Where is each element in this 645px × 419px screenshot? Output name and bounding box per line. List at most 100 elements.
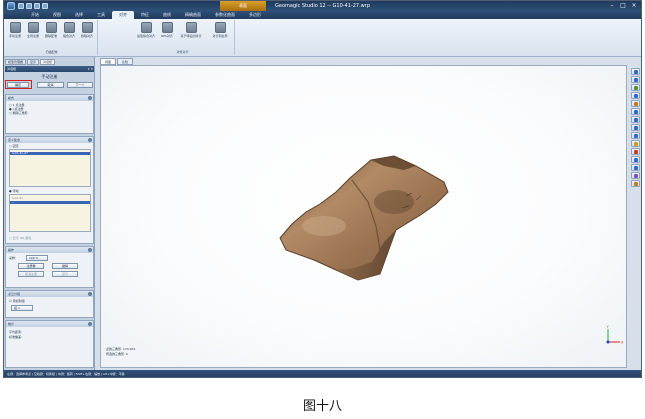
fixed-list[interactable]: G10-41-27 ...: [9, 149, 91, 187]
snap-icon: [634, 166, 638, 170]
undo-button[interactable]: 撤销: [52, 263, 78, 269]
figure-caption: 图十八: [302, 399, 342, 414]
zoom-icon: [634, 94, 638, 98]
tab-start[interactable]: 开始: [24, 11, 46, 19]
top-tool-button[interactable]: [631, 124, 640, 131]
best-fit-align-button[interactable]: 最佳拟合对齐: [135, 22, 157, 38]
rotate-tool-button[interactable]: [631, 84, 640, 91]
global-registration-button[interactable]: 全局注册: [25, 22, 41, 38]
iso-tool-button[interactable]: [631, 108, 640, 115]
color-icon: [634, 150, 638, 154]
tab-view[interactable]: 视图: [46, 11, 68, 19]
light-tool-button[interactable]: [631, 140, 640, 147]
rps-align-button[interactable]: RPS对齐: [159, 22, 175, 38]
dialog-title: 手动注册: [41, 74, 58, 79]
tab-curves[interactable]: 曲线: [156, 11, 178, 19]
statistics-header[interactable]: 统计: [6, 321, 93, 327]
ribbon-group-label: 扫描配准: [45, 50, 58, 54]
rotate-icon: [634, 86, 638, 90]
next-button[interactable]: 下一个: [67, 82, 93, 88]
tab-exact-surfaces[interactable]: 精确曲面: [178, 11, 208, 19]
tab-align[interactable]: 对齐: [112, 11, 134, 19]
texture-tool-button[interactable]: [631, 180, 640, 187]
axis-triad: Y X: [606, 325, 624, 345]
sampling-select[interactable]: 100 %: [26, 255, 48, 261]
show-button[interactable]: 显示: [52, 271, 78, 277]
fit-tool-button[interactable]: [631, 100, 640, 107]
register-button[interactable]: 注册器: [18, 263, 44, 269]
maximize-icon[interactable]: □: [619, 2, 627, 9]
ok-button[interactable]: 确定: [7, 82, 29, 88]
remove-align-icon: [81, 22, 93, 33]
tab-viewport[interactable]: 视图: [100, 58, 117, 65]
grouping-header[interactable]: 点云分组: [6, 291, 93, 297]
side-tool-button[interactable]: [631, 132, 640, 139]
select-tool-button[interactable]: [631, 68, 640, 75]
feature-align-button[interactable]: 基于特征的对齐: [178, 22, 204, 38]
color-tool-button[interactable]: [631, 148, 640, 155]
collapse-icon[interactable]: [88, 96, 92, 100]
dialog-header: 对话框 ▾ ✕: [5, 66, 94, 72]
title-bar: 表面 Geomagic Studio 12 -- G10-41-27.wrp –…: [4, 1, 641, 11]
pottery-shard-model[interactable]: [276, 152, 456, 282]
shade-tool-button[interactable]: [631, 172, 640, 179]
zoom-tool-button[interactable]: [631, 92, 640, 99]
sampling-label: 采样：: [9, 256, 19, 260]
view-tabs: 视图 比较: [100, 58, 134, 65]
manual-registration-icon: [9, 22, 21, 33]
cancel-button[interactable]: 取消: [37, 82, 64, 88]
collapse-icon[interactable]: [88, 138, 92, 142]
group-select[interactable]: 组 1: [11, 305, 33, 311]
floating-list-item-selected[interactable]: [10, 201, 90, 204]
fixed-list-item[interactable]: ...: [12, 156, 15, 159]
floating-list-item[interactable]: ...: [12, 201, 15, 204]
floating-list[interactable]: G10-41 ...: [9, 194, 91, 232]
close-icon[interactable]: ×: [630, 2, 638, 9]
snap-tool-button[interactable]: [631, 164, 640, 171]
operations-header[interactable]: 操作: [6, 247, 93, 253]
show-hd-color-checkbox[interactable]: □ 显示 HD 颜色: [9, 236, 31, 240]
front-tool-button[interactable]: [631, 116, 640, 123]
collapse-icon[interactable]: [88, 322, 92, 326]
status-bar: 左键：选择参考点 | 空格键：切换组 | 中键：旋转 | Shift+右键：缩放…: [4, 370, 641, 377]
feature-align-icon: [185, 22, 197, 33]
tab-display[interactable]: 显示: [27, 59, 40, 65]
mode-option-delete[interactable]: ○ 删除三角形: [9, 111, 28, 115]
define-sets-header[interactable]: 定义集合: [6, 137, 93, 143]
tab-parametric-surfaces[interactable]: 参数化曲面: [208, 11, 242, 19]
axis-y-label: Y: [607, 325, 610, 329]
fixed-label[interactable]: ○ 固定: [9, 144, 19, 148]
tab-select[interactable]: 选择: [68, 11, 90, 19]
render-tool-button[interactable]: [631, 156, 640, 163]
tab-compare[interactable]: 比较: [117, 58, 134, 65]
top-icon: [634, 126, 638, 130]
align-to-global-icon: [214, 22, 226, 33]
move-icon: [634, 78, 638, 82]
manual-registration-button[interactable]: 手动注册: [7, 22, 23, 38]
minimize-icon[interactable]: –: [608, 2, 616, 9]
collapse-icon[interactable]: [88, 292, 92, 296]
tab-dialog[interactable]: 对话框: [40, 59, 56, 65]
combine-align-icon: [63, 22, 75, 33]
mode-section-header[interactable]: 模式: [6, 95, 93, 101]
collapse-icon[interactable]: [88, 248, 92, 252]
tab-features[interactable]: 特征: [134, 11, 156, 19]
align-to-global-button[interactable]: 对齐到全局: [209, 22, 231, 38]
unregister-button[interactable]: 取消注册: [18, 271, 44, 277]
tab-tools[interactable]: 工具: [90, 11, 112, 19]
combine-align-button[interactable]: 组合对齐: [61, 22, 77, 38]
std-deviation-label: 标准偏差:: [9, 335, 23, 339]
floating-label[interactable]: ● 浮动: [9, 189, 19, 193]
3d-viewport[interactable]: 点的三角形: 174,932 所选的三角形: 0 Y X: [100, 65, 627, 368]
remove-align-button[interactable]: 移除对齐: [79, 22, 95, 38]
pin-icon[interactable]: ▾ ✕: [88, 66, 93, 72]
delete-registration-icon: [45, 22, 57, 33]
tab-model-manager[interactable]: 模型管理器: [5, 59, 27, 65]
global-registration-icon: [27, 22, 39, 33]
dialog-header-label: 对话框: [7, 67, 17, 71]
move-tool-button[interactable]: [631, 76, 640, 83]
add-to-group-checkbox[interactable]: ☑ 添加到组: [9, 299, 25, 303]
delete-registration-button[interactable]: 删除配准: [43, 22, 59, 38]
side-icon: [634, 134, 638, 138]
tab-polygons[interactable]: 多边形: [242, 11, 268, 19]
